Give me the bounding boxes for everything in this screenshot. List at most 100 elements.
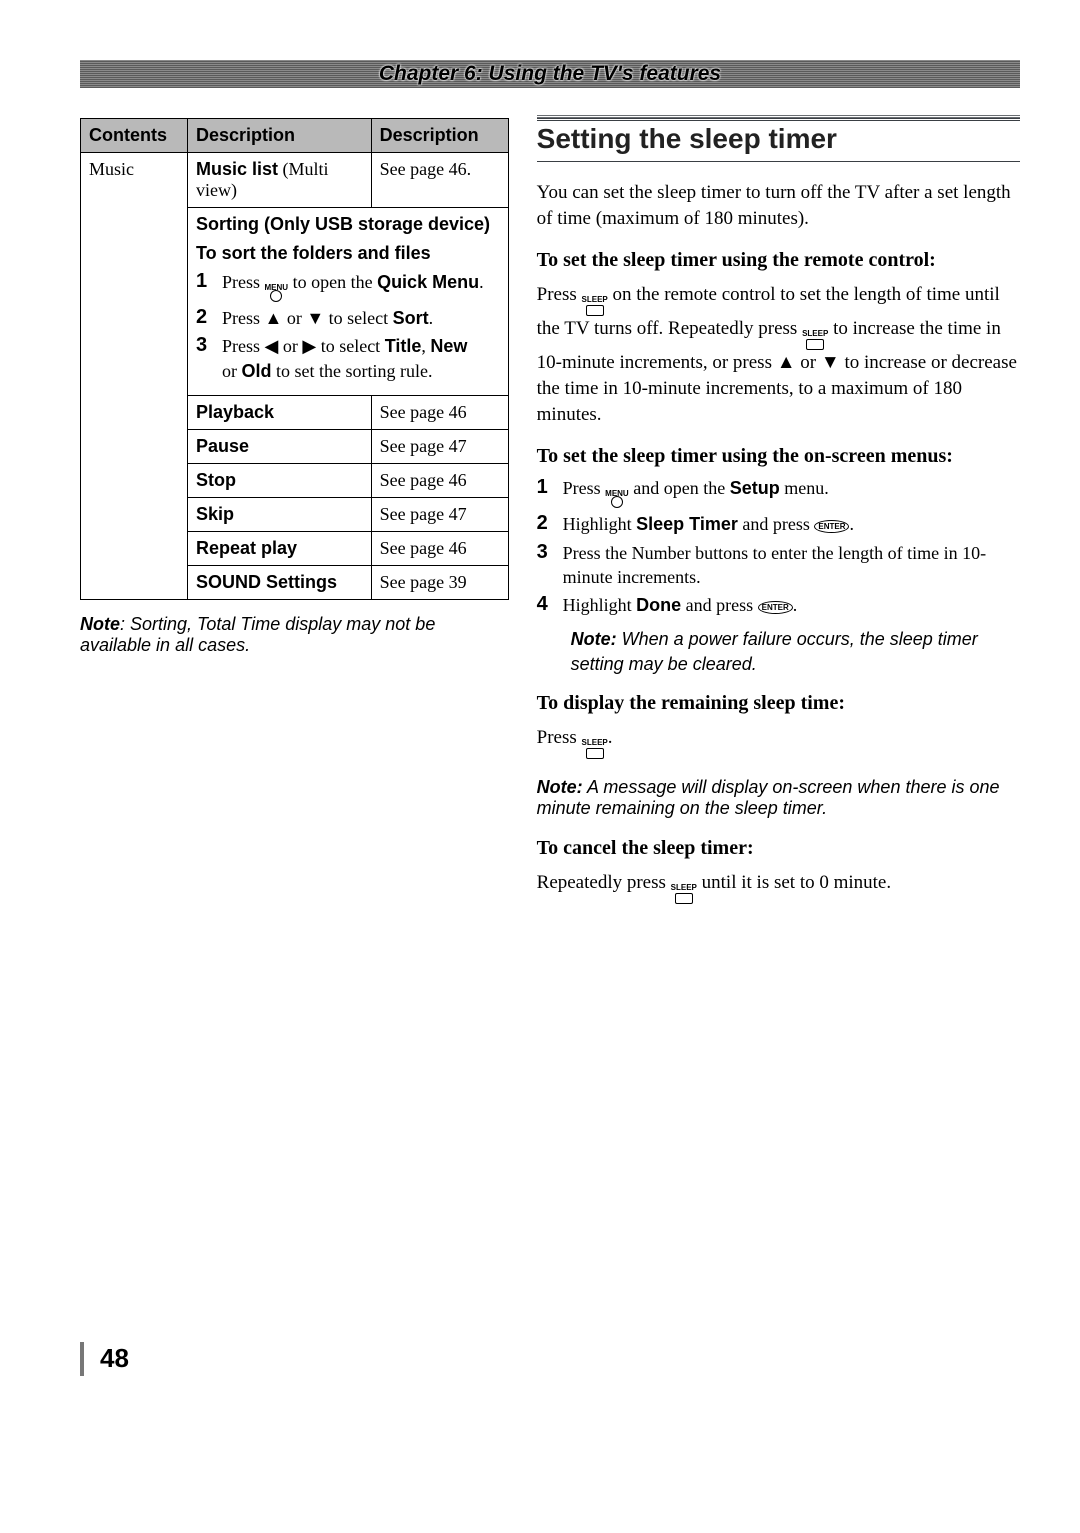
row-label: Repeat play xyxy=(196,538,297,558)
step-text: to select xyxy=(316,336,384,356)
right-column: Setting the sleep timer You can set the … xyxy=(537,118,1020,922)
arrow-down-icon xyxy=(821,352,840,373)
cell-playback: Playback xyxy=(188,395,372,429)
tosort-heading: To sort the folders and files xyxy=(196,243,500,264)
note-one-minute: Note: A message will display on-screen w… xyxy=(537,777,1020,819)
note-label: Note xyxy=(80,614,120,634)
cell-pause-ref: See page 47 xyxy=(371,429,508,463)
chapter-header: Chapter 6: Using the TV's features xyxy=(80,60,1020,88)
sleep-button-icon: SLEEP xyxy=(802,330,828,350)
cell-skip-ref: See page 47 xyxy=(371,497,508,531)
new-label: New xyxy=(430,336,467,356)
cell-sound: SOUND Settings xyxy=(188,565,372,599)
th-contents: Contents xyxy=(81,119,188,153)
cell-repeat: Repeat play xyxy=(188,531,372,565)
arrow-down-icon xyxy=(306,308,324,328)
done-label: Done xyxy=(636,595,681,615)
left-column: Contents Description Description Music M… xyxy=(80,118,509,922)
para-cancel: Repeatedly press SLEEP until it is set t… xyxy=(537,870,1020,904)
subhead-cancel: To cancel the sleep timer: xyxy=(537,837,1020,860)
subhead-display-remaining: To display the remaining sleep time: xyxy=(537,692,1020,715)
row-label: Skip xyxy=(196,504,234,524)
para-display-remaining: Press SLEEP. xyxy=(537,725,1020,759)
note-text: When a power failure occurs, the sleep t… xyxy=(571,629,978,673)
step-text: Press xyxy=(222,308,265,328)
text: Press xyxy=(537,727,582,748)
text: and open the xyxy=(629,478,730,498)
cell-music-list: Music list (Multi view) xyxy=(188,153,372,208)
row-label: Playback xyxy=(196,402,274,422)
note-text: : Sorting, Total Time display may not be… xyxy=(80,614,435,655)
note-label: Note: xyxy=(571,629,617,649)
para-remote: Press SLEEP on the remote control to set… xyxy=(537,282,1020,427)
row-label: Stop xyxy=(196,470,236,490)
text: menu. xyxy=(780,478,829,498)
step-text: . xyxy=(479,272,484,292)
note-label: Note: xyxy=(537,777,583,797)
sleep-button-icon: SLEEP xyxy=(582,296,608,316)
intro-paragraph: You can set the sleep timer to turn off … xyxy=(537,180,1020,231)
note-text: A message will display on-screen when th… xyxy=(537,777,1000,818)
text: Highlight xyxy=(563,514,637,534)
step-num: 1 xyxy=(196,270,214,302)
sleep-timer-label: Sleep Timer xyxy=(636,514,738,534)
arrow-right-icon xyxy=(302,336,316,356)
menu-button-icon: MENU xyxy=(605,490,629,508)
cell-pause: Pause xyxy=(188,429,372,463)
cell-contents: Music xyxy=(81,153,188,600)
step-num: 2 xyxy=(537,512,555,536)
text: and press xyxy=(681,595,757,615)
onscreen-step-1: 1 Press MENU and open the Setup menu. xyxy=(537,476,1020,508)
step-text: or xyxy=(222,361,242,381)
cell-repeat-ref: See page 46 xyxy=(371,531,508,565)
sort-label: Sort xyxy=(393,308,429,328)
old-label: Old xyxy=(242,361,272,381)
cell-skip: Skip xyxy=(188,497,372,531)
section-title: Setting the sleep timer xyxy=(537,123,1020,155)
subhead-remote: To set the sleep timer using the remote … xyxy=(537,249,1020,272)
title-label: Title xyxy=(385,336,422,356)
enter-button-icon: ENTER xyxy=(814,520,849,533)
quick-menu-label: Quick Menu xyxy=(377,272,479,292)
step-text: to set the sorting rule. xyxy=(272,361,433,381)
step-text: Press xyxy=(222,336,265,356)
text: and press xyxy=(738,514,814,534)
setup-label: Setup xyxy=(730,478,780,498)
section-rule: Setting the sleep timer xyxy=(537,118,1020,162)
sleep-button-icon: SLEEP xyxy=(671,884,697,904)
row-label: Pause xyxy=(196,436,249,456)
cell-music-list-ref: See page 46. xyxy=(371,153,508,208)
sleep-button-icon: SLEEP xyxy=(582,739,608,759)
chapter-title: Chapter 6: Using the TV's features xyxy=(375,62,725,86)
music-list-label: Music list xyxy=(196,159,278,179)
step-num: 3 xyxy=(537,541,555,590)
sorting-heading: Sorting (Only USB storage device) xyxy=(196,214,500,235)
text: Repeatedly press xyxy=(537,872,671,893)
arrow-left-icon xyxy=(265,336,279,356)
page-number: 48 xyxy=(100,1343,129,1374)
cell-stop-ref: See page 46 xyxy=(371,463,508,497)
text: Press xyxy=(563,478,606,498)
step-text: to select xyxy=(324,308,392,328)
cell-sound-ref: See page 39 xyxy=(371,565,508,599)
cell-playback-ref: See page 46 xyxy=(371,395,508,429)
row-label: SOUND Settings xyxy=(196,572,337,592)
onscreen-step-2: 2 Highlight Sleep Timer and press ENTER. xyxy=(537,512,1020,536)
menu-button-icon: MENU xyxy=(265,284,289,302)
arrow-up-icon xyxy=(777,352,796,373)
footer-bar xyxy=(80,1342,84,1376)
note-left: Note: Sorting, Total Time display may no… xyxy=(80,614,509,656)
text: . xyxy=(608,727,613,748)
step-text: Press xyxy=(222,272,265,292)
sort-step-3: 3 Press or to select Title, New or Old t… xyxy=(196,334,500,383)
note-power-failure: Note: When a power failure occurs, the s… xyxy=(571,627,1020,676)
arrow-up-icon xyxy=(265,308,283,328)
step-num: 2 xyxy=(196,306,214,330)
text: until it is set to 0 minute. xyxy=(697,872,891,893)
text: Press xyxy=(537,284,582,305)
th-description-1: Description xyxy=(188,119,372,153)
step-text: to open the xyxy=(288,272,377,292)
th-description-2: Description xyxy=(371,119,508,153)
music-table: Contents Description Description Music M… xyxy=(80,118,509,600)
page-footer: 48 xyxy=(80,1342,1020,1376)
